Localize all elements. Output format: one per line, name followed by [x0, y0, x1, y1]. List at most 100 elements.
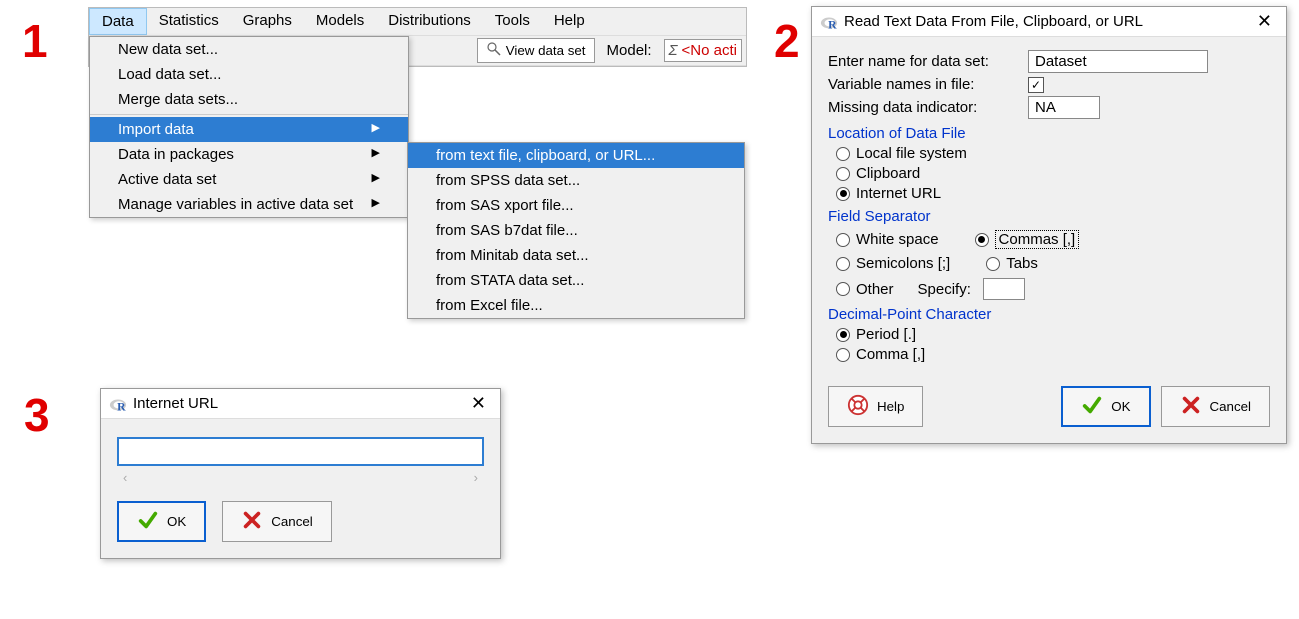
missing-indicator-label: Missing data indicator:	[828, 99, 1028, 116]
chevron-right-icon: ▶	[372, 146, 380, 163]
step-number-1: 1	[22, 14, 48, 68]
view-data-label: View data set	[506, 43, 586, 58]
menu-statistics[interactable]: Statistics	[147, 8, 231, 35]
help-button[interactable]: Help	[828, 386, 923, 427]
menu-import-stata[interactable]: from STATA data set...	[408, 268, 744, 293]
button-label: OK	[167, 514, 186, 529]
button-label: OK	[1111, 399, 1130, 414]
radio-icon	[836, 328, 850, 342]
radio-comma[interactable]: Comma [,]	[828, 346, 1270, 363]
menu-item-label: from STATA data set...	[436, 272, 584, 289]
menu-tools[interactable]: Tools	[483, 8, 542, 35]
radio-label: Semicolons [;]	[856, 255, 950, 272]
radio-clipboard[interactable]: Clipboard	[828, 165, 1270, 182]
menu-help[interactable]: Help	[542, 8, 597, 35]
menu-item-label: from SAS b7dat file...	[436, 222, 578, 239]
radio-label: Local file system	[856, 145, 967, 162]
menu-import-sas-b7dat[interactable]: from SAS b7dat file...	[408, 218, 744, 243]
menu-import-spss[interactable]: from SPSS data set...	[408, 168, 744, 193]
radio-label: Period [.]	[856, 326, 916, 343]
button-row: OK Cancel	[101, 497, 500, 558]
menu-distributions[interactable]: Distributions	[376, 8, 483, 35]
menu-item-label: from SPSS data set...	[436, 172, 580, 189]
var-names-checkbox[interactable]: ✓	[1028, 77, 1044, 93]
radio-icon	[836, 233, 850, 247]
menu-import-sas-xport[interactable]: from SAS xport file...	[408, 193, 744, 218]
r-logo-icon: R	[820, 13, 838, 31]
menu-active-data-set[interactable]: Active data set ▶	[90, 167, 408, 192]
menubar: Data Statistics Graphs Models Distributi…	[89, 8, 746, 36]
scroll-arrows: ‹ ›	[117, 466, 484, 493]
radio-period[interactable]: Period [.]	[828, 326, 1270, 343]
radio-label: Comma [,]	[856, 346, 925, 363]
radio-label: Internet URL	[856, 185, 941, 202]
scroll-right-icon[interactable]: ›	[474, 470, 478, 485]
menu-item-label: New data set...	[118, 41, 218, 58]
radio-tabs[interactable]: Tabs	[978, 255, 1038, 272]
radio-label: Commas [,]	[995, 230, 1080, 249]
internet-url-dialog: R Internet URL ✕ ‹ › OK Cancel	[100, 388, 501, 559]
titlebar: R Internet URL ✕	[101, 389, 500, 419]
chevron-right-icon: ▶	[372, 121, 380, 138]
view-data-button[interactable]: View data set	[477, 38, 595, 63]
field-separator-header: Field Separator	[828, 208, 1270, 225]
menu-item-label: Active data set	[118, 171, 216, 188]
radio-local-file[interactable]: Local file system	[828, 145, 1270, 162]
dataset-name-input[interactable]	[1028, 50, 1208, 73]
scroll-left-icon[interactable]: ‹	[123, 470, 127, 485]
menu-models[interactable]: Models	[304, 8, 376, 35]
menu-graphs[interactable]: Graphs	[231, 8, 304, 35]
radio-label: Tabs	[1006, 255, 1038, 272]
rcommander-window: Data Statistics Graphs Models Distributi…	[88, 7, 747, 67]
decimal-point-header: Decimal-Point Character	[828, 306, 1270, 323]
menu-new-data-set[interactable]: New data set...	[90, 37, 408, 62]
radio-internet-url[interactable]: Internet URL	[828, 185, 1270, 202]
missing-indicator-input[interactable]	[1028, 96, 1100, 119]
svg-text:R: R	[828, 18, 837, 31]
chevron-right-icon: ▶	[372, 196, 380, 213]
menu-import-data[interactable]: Import data ▶	[90, 117, 408, 142]
menu-data[interactable]: Data	[89, 8, 147, 35]
radio-icon	[986, 257, 1000, 271]
close-button[interactable]: ✕	[1251, 11, 1278, 32]
menu-item-label: from text file, clipboard, or URL...	[436, 147, 655, 164]
sigma-icon: Σ	[669, 42, 678, 59]
radio-whitespace[interactable]: White space	[828, 230, 939, 249]
menu-merge-data-sets[interactable]: Merge data sets...	[90, 87, 408, 112]
check-icon	[137, 509, 159, 534]
radio-label: Other	[856, 281, 894, 298]
cancel-button[interactable]: Cancel	[1161, 386, 1271, 427]
location-section-header: Location of Data File	[828, 125, 1270, 142]
radio-icon	[836, 282, 850, 296]
dialog-title: Read Text Data From File, Clipboard, or …	[844, 13, 1143, 30]
step-number-3: 3	[24, 388, 50, 442]
menu-import-text-file[interactable]: from text file, clipboard, or URL...	[408, 143, 744, 168]
lifebuoy-icon	[847, 394, 869, 419]
cancel-button[interactable]: Cancel	[222, 501, 332, 542]
radio-commas[interactable]: Commas [,]	[967, 230, 1080, 249]
menu-item-label: Data in packages	[118, 146, 234, 163]
ok-button[interactable]: OK	[1061, 386, 1150, 427]
model-selector[interactable]: Σ <No acti	[664, 39, 742, 62]
menu-import-minitab[interactable]: from Minitab data set...	[408, 243, 744, 268]
url-input[interactable]	[117, 437, 484, 466]
menu-load-data-set[interactable]: Load data set...	[90, 62, 408, 87]
radio-semicolons[interactable]: Semicolons [;]	[828, 255, 950, 272]
svg-text:R: R	[117, 400, 126, 413]
close-button[interactable]: ✕	[465, 393, 492, 414]
specify-label: Specify:	[918, 281, 971, 298]
menu-data-in-packages[interactable]: Data in packages ▶	[90, 142, 408, 167]
menu-import-excel[interactable]: from Excel file...	[408, 293, 744, 318]
read-text-data-dialog: R Read Text Data From File, Clipboard, o…	[811, 6, 1287, 444]
ok-button[interactable]: OK	[117, 501, 206, 542]
radio-icon	[836, 147, 850, 161]
menu-manage-variables[interactable]: Manage variables in active data set ▶	[90, 192, 408, 217]
menu-item-label: Load data set...	[118, 66, 221, 83]
chevron-right-icon: ▶	[372, 171, 380, 188]
model-label: Model:	[603, 42, 656, 59]
specify-separator-input[interactable]	[983, 278, 1025, 300]
menu-item-label: Manage variables in active data set	[118, 196, 353, 213]
radio-other-separator[interactable]: Other Specify:	[828, 278, 1270, 300]
menu-item-label: from Excel file...	[436, 297, 543, 314]
dialog-title: Internet URL	[133, 395, 218, 412]
